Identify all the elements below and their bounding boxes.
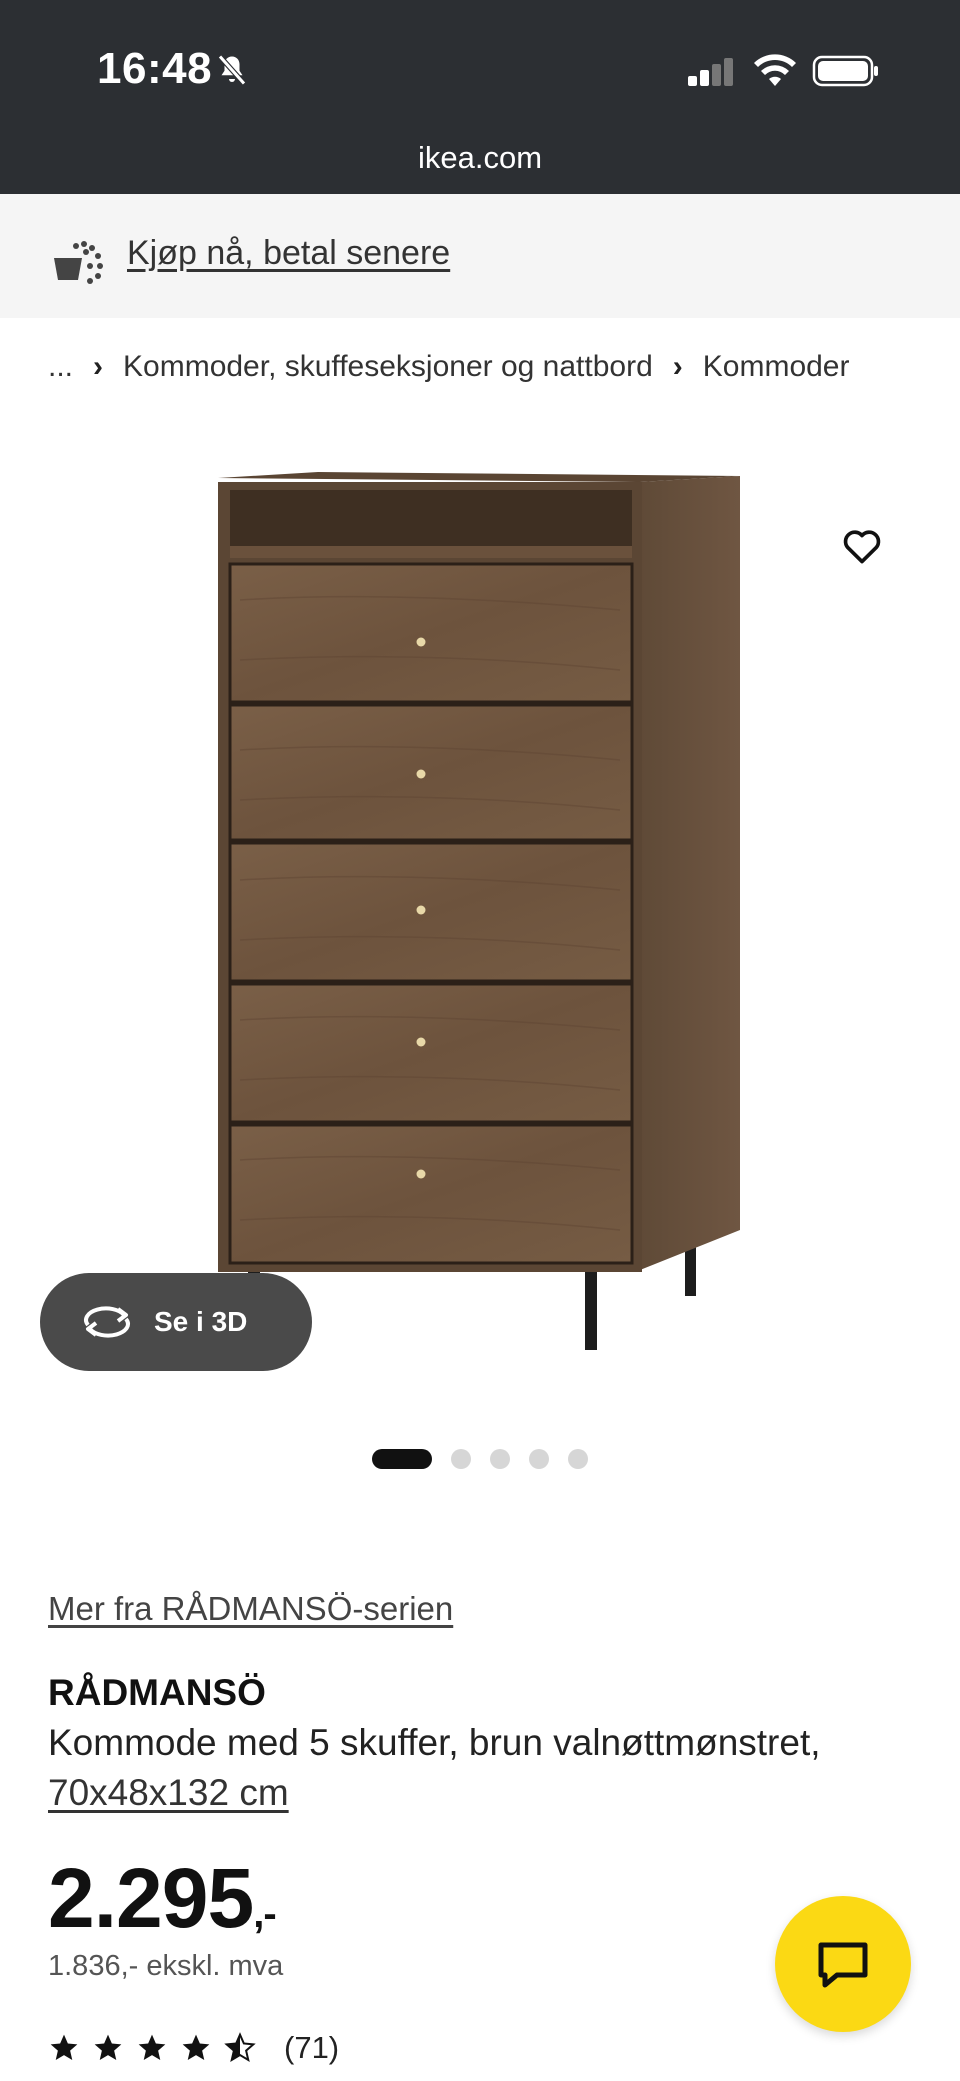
view-in-3d-label: Se i 3D: [154, 1306, 248, 1337]
product-description: Kommode med 5 skuffer, brun valnøttmønst…: [48, 1718, 908, 1818]
battery-icon: [812, 55, 878, 87]
status-bar: 16:48 ikea.com: [0, 0, 960, 194]
clock: 16:48: [97, 44, 213, 93]
rotate-3d-icon: [84, 1306, 130, 1338]
product-name: RÅDMANSÖ: [48, 1672, 266, 1713]
wifi-icon: [754, 54, 796, 86]
buy-now-pay-later-link[interactable]: Kjøp nå, betal senere: [127, 234, 450, 273]
chevron-right-icon: ›: [672, 350, 683, 383]
cellular-signal-icon: [688, 58, 733, 86]
basket-payment-icon: [54, 241, 103, 284]
star-full-icon: [50, 2034, 78, 2060]
product-description-text: Kommode med 5 skuffer, brun valnøttmønst…: [48, 1722, 821, 1763]
star-full-icon: [138, 2034, 166, 2060]
carousel-dot-5[interactable]: [568, 1449, 588, 1469]
url-bar[interactable]: ikea.com: [0, 140, 960, 176]
price-suffix: ,-: [253, 1892, 276, 1936]
carousel-dot-3[interactable]: [490, 1449, 510, 1469]
bell-muted-icon: [218, 54, 246, 86]
star-full-icon: [94, 2034, 122, 2060]
star-half-icon: [224, 2032, 256, 2063]
chat-button[interactable]: [775, 1896, 911, 2032]
carousel-dots: [372, 1449, 607, 1469]
breadcrumb-item-chests-and-nightstands[interactable]: Kommoder, skuffeseksjoner og nattbord: [123, 350, 653, 384]
review-count[interactable]: (71): [284, 2030, 339, 2066]
breadcrumb-item-chests[interactable]: Kommoder: [703, 350, 850, 384]
heart-icon[interactable]: [840, 524, 884, 568]
carousel-dot-2[interactable]: [451, 1449, 471, 1469]
star-full-icon: [182, 2034, 210, 2060]
view-in-3d-button[interactable]: Se i 3D: [40, 1273, 312, 1371]
price-value: 2.295: [48, 1851, 254, 1945]
chat-bubble-icon: [818, 1942, 868, 1988]
breadcrumb-ellipsis[interactable]: ...: [48, 350, 73, 384]
price-excl-vat: 1.836,- ekskl. mva: [48, 1950, 284, 1982]
rating[interactable]: (71): [48, 2030, 339, 2066]
price: 2.295,-: [48, 1850, 277, 1947]
chevron-right-icon: ›: [93, 350, 104, 383]
dimensions-link[interactable]: 70x48x132 cm: [48, 1772, 289, 1813]
product-image[interactable]: [200, 460, 760, 1360]
carousel-dot-4[interactable]: [529, 1449, 549, 1469]
breadcrumb: ... › Kommoder, skuffeseksjoner og nattb…: [48, 350, 849, 384]
series-link[interactable]: Mer fra RÅDMANSÖ-serien: [48, 1590, 453, 1628]
carousel-dot-1[interactable]: [372, 1449, 432, 1469]
